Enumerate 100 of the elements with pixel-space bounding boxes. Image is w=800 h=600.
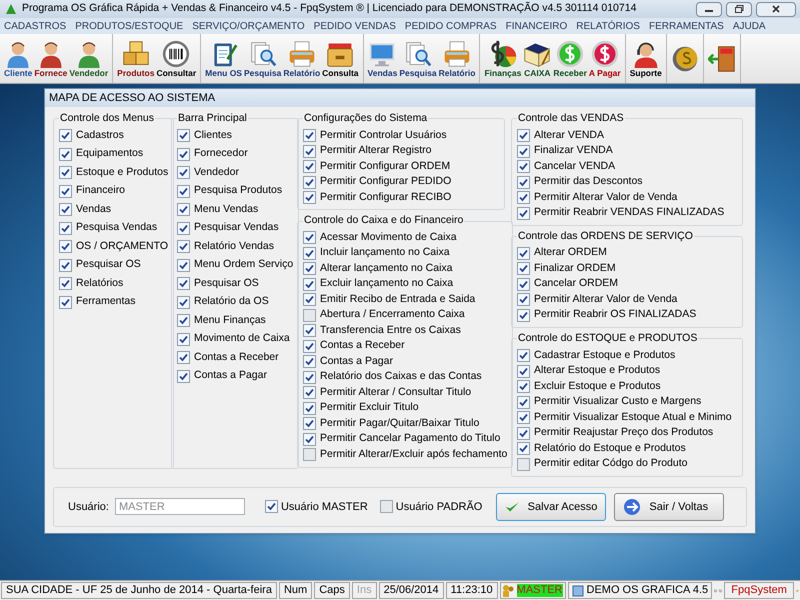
checkbox[interactable]	[517, 380, 530, 393]
toolbar-button[interactable]: CAIXA	[522, 34, 552, 83]
checkbox-label: Pesquisar Vendas	[194, 220, 279, 236]
checkbox[interactable]	[303, 432, 316, 446]
checkbox[interactable]	[177, 370, 190, 382]
checkbox[interactable]	[517, 364, 530, 378]
checkbox[interactable]	[177, 258, 190, 272]
checkbox-label: Permitir Visualizar Custo e Margens	[534, 394, 702, 410]
checkbox[interactable]	[517, 246, 530, 260]
checkbox[interactable]	[303, 191, 316, 204]
checkbox[interactable]	[59, 203, 72, 216]
checkbox[interactable]	[517, 426, 530, 440]
checkbox[interactable]	[303, 340, 316, 353]
checkbox[interactable]	[177, 332, 190, 346]
toolbar-button[interactable]: Relatório	[282, 34, 322, 83]
checkbox-label: Permitir Alterar Valor de Venda	[534, 190, 678, 205]
toolbar-button[interactable]: Cliente	[3, 34, 34, 83]
checkbox[interactable]	[517, 308, 530, 322]
checkbox[interactable]	[517, 293, 530, 306]
toolbar-button[interactable]: A Pagar	[588, 34, 622, 83]
checkbox[interactable]	[177, 222, 190, 234]
checkbox[interactable]	[303, 129, 316, 142]
checkbox[interactable]	[303, 262, 316, 276]
maximize-button[interactable]	[726, 2, 752, 16]
checkbox[interactable]	[177, 148, 190, 160]
checkbox[interactable]	[177, 184, 190, 198]
checkbox[interactable]	[380, 500, 393, 514]
menu-item[interactable]: PEDIDO VENDAS	[314, 18, 396, 34]
checkbox[interactable]	[177, 240, 190, 253]
checkbox[interactable]	[59, 258, 72, 272]
checkbox[interactable]	[177, 351, 190, 364]
checkbox[interactable]	[303, 386, 316, 400]
menu-item[interactable]: SERVIÇO/ORÇAMENTO	[192, 18, 305, 34]
menu-item[interactable]: AJUDA	[732, 18, 766, 34]
checkbox[interactable]	[177, 296, 190, 308]
checkbox[interactable]	[517, 411, 530, 424]
checkbox[interactable]	[517, 206, 530, 220]
checkbox[interactable]	[303, 370, 316, 384]
checkbox[interactable]	[59, 277, 72, 290]
checkbox[interactable]	[59, 184, 72, 198]
checkbox[interactable]	[177, 277, 190, 290]
toolbar-button[interactable]: Vendas	[366, 34, 398, 83]
checkbox[interactable]	[303, 417, 316, 430]
toolbar-button[interactable]: Vendedor	[68, 34, 110, 83]
checkbox[interactable]	[303, 355, 316, 368]
checkbox[interactable]	[303, 231, 316, 244]
menu-item[interactable]: FERRAMENTAS	[648, 18, 724, 34]
checkbox[interactable]	[517, 458, 530, 470]
checkbox[interactable]	[177, 166, 190, 179]
checkbox[interactable]	[59, 240, 72, 253]
checkbox[interactable]	[303, 402, 316, 415]
checkbox[interactable]	[517, 396, 530, 408]
menu-item[interactable]: PRODUTOS/ESTOQUE	[75, 18, 184, 34]
checkbox[interactable]	[177, 203, 190, 216]
checkbox[interactable]	[59, 129, 72, 142]
checkbox[interactable]	[303, 176, 316, 188]
checkbox[interactable]	[517, 129, 530, 142]
dialog-button[interactable]: Salvar Acesso	[496, 492, 606, 521]
checkbox[interactable]	[303, 324, 316, 338]
checkbox[interactable]	[264, 500, 278, 514]
checkbox[interactable]	[517, 349, 530, 362]
checkbox[interactable]	[517, 442, 530, 455]
checkbox[interactable]	[59, 148, 72, 160]
toolbar-button[interactable]: Finanças	[483, 34, 522, 83]
minimize-button[interactable]	[696, 2, 722, 16]
checkbox[interactable]	[303, 293, 316, 306]
checkbox[interactable]	[303, 278, 316, 291]
checkbox[interactable]	[303, 160, 316, 173]
checkbox[interactable]	[517, 278, 530, 291]
checkbox[interactable]	[517, 144, 530, 158]
checkbox[interactable]	[59, 296, 72, 308]
menu-item[interactable]: FINANCEIRO	[506, 18, 568, 34]
toolbar-button[interactable]: Produtos	[116, 34, 156, 83]
dialog-button[interactable]: Sair / Voltas	[614, 492, 724, 521]
toolbar-button[interactable]: Relatório	[438, 34, 476, 83]
menu-item[interactable]: RELATÓRIOS	[576, 18, 640, 34]
menu-item[interactable]: PEDIDO COMPRAS	[404, 18, 497, 34]
checkbox[interactable]	[59, 166, 72, 179]
close-button[interactable]	[756, 2, 796, 16]
toolbar-button[interactable]: Consulta	[321, 34, 360, 83]
checkbox[interactable]	[177, 129, 190, 142]
checkbox-label: Clientes	[194, 128, 232, 143]
toolbar-button[interactable]: Suporte	[628, 34, 663, 83]
toolbar-button[interactable]: Pesquisa	[242, 34, 282, 83]
toolbar-button[interactable]: Consultar	[155, 34, 198, 83]
checkbox[interactable]	[59, 222, 72, 234]
checkbox[interactable]	[303, 144, 316, 158]
checkbox[interactable]	[517, 191, 530, 204]
menu-item[interactable]: CADASTROS	[4, 18, 66, 34]
checkbox[interactable]	[303, 246, 316, 260]
toolbar-button[interactable]: Receber	[552, 34, 588, 83]
checkbox[interactable]	[517, 176, 530, 188]
checkbox[interactable]	[303, 448, 316, 462]
toolbar-button[interactable]: Menu OS	[204, 34, 243, 83]
checkbox[interactable]	[177, 314, 190, 327]
toolbar-button[interactable]: Fornece	[33, 34, 68, 83]
checkbox[interactable]	[303, 308, 316, 322]
checkbox[interactable]	[517, 262, 530, 276]
checkbox[interactable]	[517, 160, 530, 173]
toolbar-button[interactable]: Pesquisa	[398, 34, 438, 83]
